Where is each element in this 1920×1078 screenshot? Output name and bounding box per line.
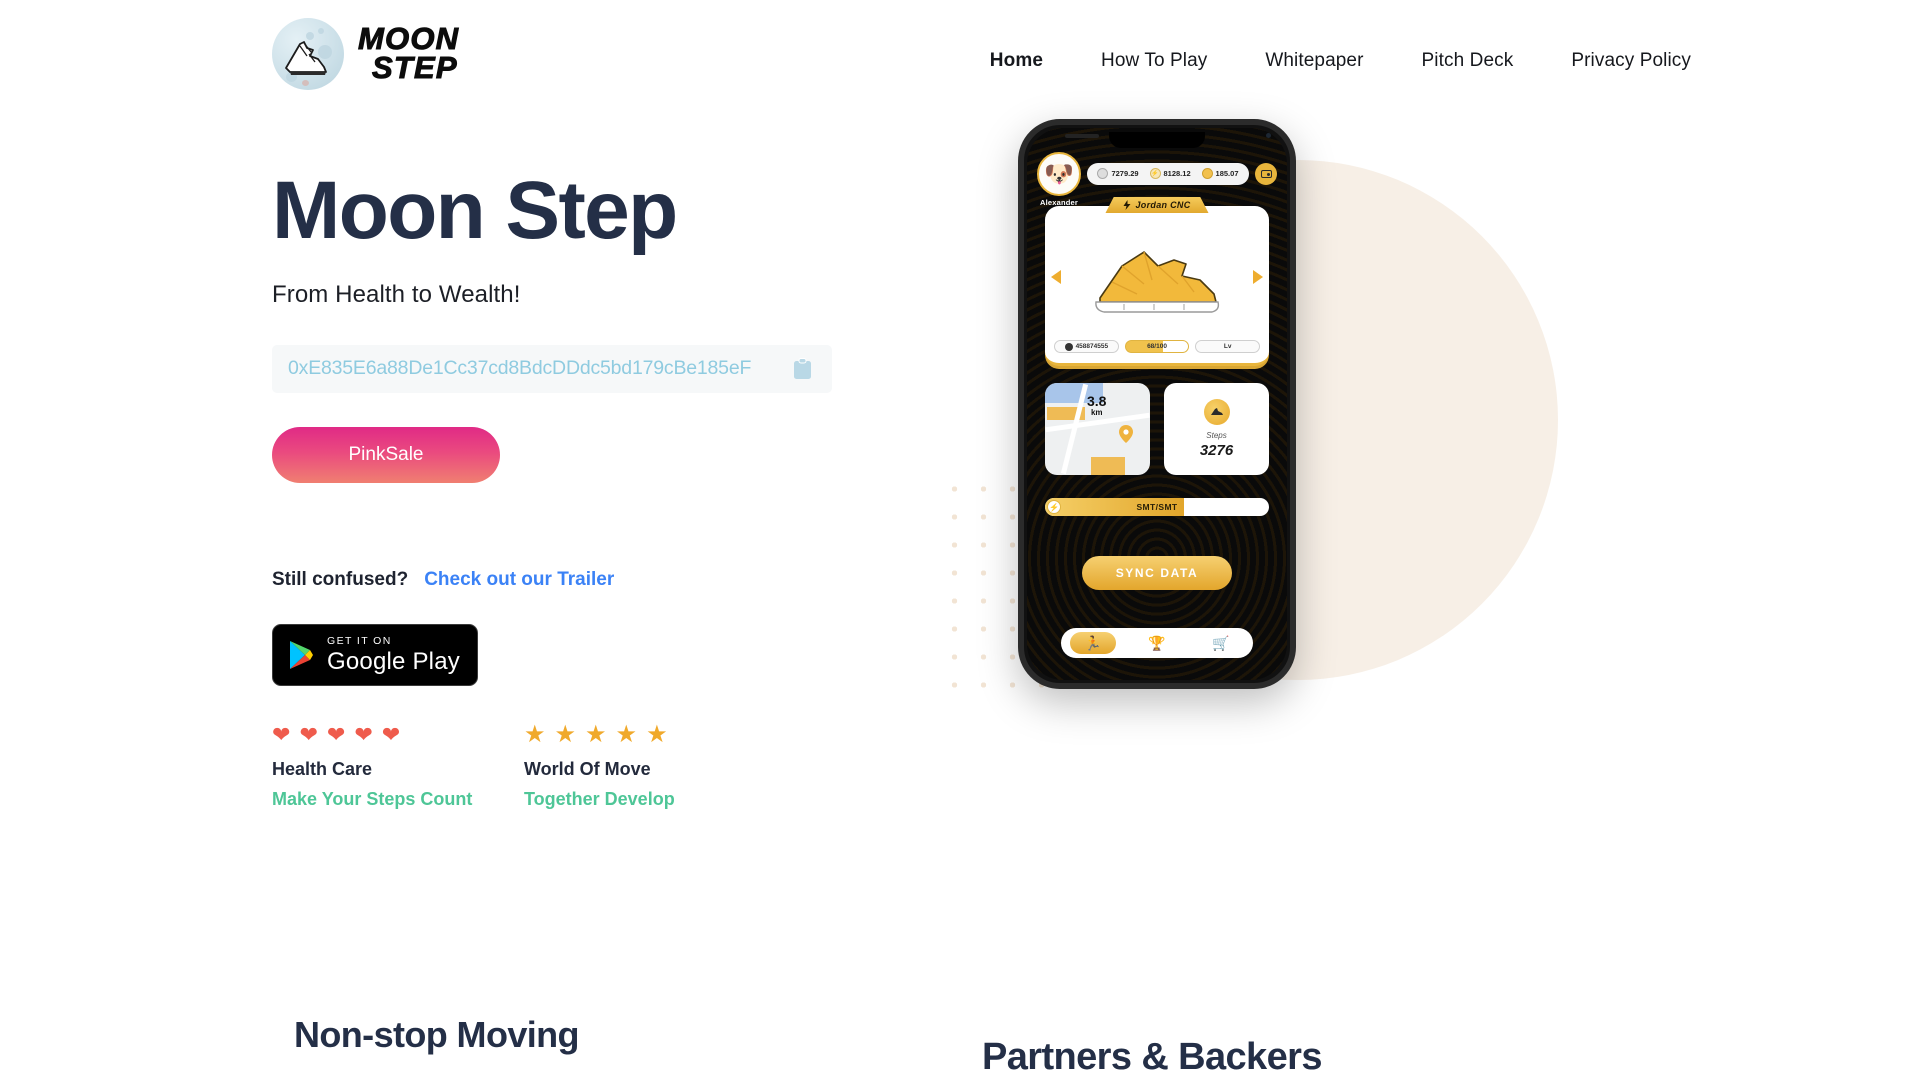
trailer-prompt: Still confused? Check out our Trailer [272, 569, 912, 591]
bolt-icon: ⚡ [1047, 500, 1061, 514]
landing-page: MOON STEP Home How To Play Whitepaper Pi… [0, 0, 1920, 1078]
nav-item-home[interactable]: Home [961, 50, 1072, 72]
stats-pill: 7279.29 ⚡ 8128.12 185.07 [1087, 162, 1249, 185]
phone-camera [1266, 133, 1271, 138]
phone-screen: 🐶 Alexander 7279.29 ⚡ 8128.12 185.07 Jor… [1027, 128, 1287, 680]
google-play-big-label: Google Play [327, 647, 460, 675]
nav-item-whitepaper[interactable]: Whitepaper [1236, 50, 1392, 72]
star-rating: ★ ★ ★ ★ ★ [524, 720, 776, 748]
steps-card[interactable]: Steps 3276 [1164, 383, 1269, 475]
stat-energy-token: ⚡ 8128.12 [1149, 168, 1191, 179]
distance-readout: 3.8 km [1087, 394, 1106, 417]
shoe-name: Jordan CNC [1135, 200, 1191, 210]
trailer-link[interactable]: Check out our Trailer [424, 569, 614, 591]
wallet-icon[interactable] [1255, 162, 1277, 185]
shoe-level-pill: Lv [1195, 340, 1261, 353]
shoe-level-value: Lv [1223, 343, 1232, 350]
heart-icon: ❤ [272, 721, 291, 747]
map-block [1091, 456, 1125, 475]
steps-value: 3276 [1199, 442, 1234, 459]
star-icon: ★ [585, 720, 607, 748]
phone-frame: 🐶 Alexander 7279.29 ⚡ 8128.12 185.07 Jor… [1018, 119, 1296, 689]
shoe-badge-icon [1203, 399, 1230, 425]
shoe-name-tab: Jordan CNC [1105, 197, 1209, 213]
tab-running-icon[interactable]: 🏃 [1070, 632, 1116, 654]
shoe-card[interactable]: Jordan CNC 458874555 68/100 Lv [1045, 197, 1269, 366]
tab-cart-icon[interactable]: 🛒 [1198, 632, 1244, 654]
app-mini-cards: 3.8 km Steps 3276 [1045, 383, 1269, 475]
contract-address-field[interactable]: 0xE835E6a88De1Cc37cd8BdcDDdc5bd179cBe185… [272, 344, 832, 393]
shoe-durability-pill: 68/100 [1124, 340, 1190, 353]
hero-subtitle: From Health to Wealth! [272, 280, 521, 308]
shoe-id-pill: 458874555 [1054, 340, 1119, 353]
star-icon: ★ [615, 720, 638, 748]
phone-speaker [1065, 134, 1099, 138]
map-pin-icon [1119, 425, 1134, 444]
section-heading-non-stop-moving: Non-stop Moving [294, 1014, 580, 1055]
feature-title: Health Care [272, 758, 373, 779]
heart-rating: ❤ ❤ ❤ ❤ ❤ [272, 721, 524, 747]
star-icon: ★ [554, 720, 577, 748]
star-icon: ★ [524, 720, 546, 748]
feature-title: World Of Move [524, 758, 651, 779]
google-play-small-label: GET IT ON [327, 635, 392, 648]
shoe-stat-pills: 458874555 68/100 Lv [1054, 340, 1261, 353]
phone-notch [1109, 132, 1205, 148]
stat-sneaker-token: 7279.29 [1097, 168, 1139, 179]
id-icon [1064, 342, 1073, 351]
distance-unit: km [1090, 408, 1103, 418]
stat-coin-token: 185.07 [1201, 168, 1239, 179]
tab-podium-icon[interactable]: 🏆 [1134, 632, 1180, 654]
feature-list: ❤ ❤ ❤ ❤ ❤ Health Care Make Your Steps Co… [272, 720, 912, 810]
steps-label: Steps [1206, 431, 1227, 440]
feature-subtitle: Make Your Steps Count [272, 788, 473, 809]
stat-value: 7279.29 [1111, 169, 1139, 178]
distance-value: 3.8 [1087, 393, 1107, 410]
heart-icon: ❤ [354, 721, 373, 747]
feature-health-care: ❤ ❤ ❤ ❤ ❤ Health Care Make Your Steps Co… [272, 721, 524, 810]
sneaker-art-icon [1045, 234, 1269, 324]
energy-token-icon: ⚡ [1149, 168, 1161, 179]
nav-item-how-to-play[interactable]: How To Play [1072, 50, 1236, 72]
nav-item-privacy-policy[interactable]: Privacy Policy [1542, 50, 1720, 72]
sneaker-icon [285, 41, 327, 75]
section-heading-partners-backers: Partners & Backers [982, 1036, 1322, 1078]
nav-item-pitch-deck[interactable]: Pitch Deck [1393, 50, 1543, 72]
brand-wordmark: MOON STEP [357, 23, 459, 85]
hero-content: Moon Step From Health to Wealth! 0xE835E… [272, 165, 912, 810]
page-title: Moon Step [272, 165, 678, 256]
heart-icon: ❤ [326, 721, 346, 747]
stat-value: 8128.12 [1163, 169, 1191, 178]
app-tab-bar: 🏃 🏆 🛒 [1061, 628, 1253, 658]
pinksale-button[interactable]: PinkSale [272, 426, 500, 483]
clipboard-icon[interactable] [793, 357, 812, 380]
lightning-icon [1123, 200, 1131, 210]
sync-data-button[interactable]: SYNC DATA [1082, 556, 1232, 590]
smt-progress-bar: ⚡ SMT/SMT [1045, 498, 1269, 516]
google-play-badge[interactable]: GET IT ON Google Play [272, 623, 478, 686]
shoe-id-value: 458874555 [1075, 343, 1109, 350]
brand-logo[interactable]: MOON STEP [272, 18, 459, 90]
contract-address-value: 0xE835E6a88De1Cc37cd8BdcDDdc5bd179cBe185… [288, 357, 752, 380]
heart-icon: ❤ [381, 721, 401, 747]
dog-avatar-icon[interactable]: 🐶 [1037, 152, 1081, 196]
feature-subtitle: Together Develop [524, 788, 675, 809]
heart-icon: ❤ [299, 721, 318, 747]
confused-label: Still confused? [272, 568, 409, 590]
shoe-durability-value: 68/100 [1147, 343, 1167, 350]
brand-line-2: STEP [371, 50, 458, 85]
smt-label: SMT/SMT [1136, 502, 1178, 512]
google-play-icon [290, 640, 313, 669]
hero-phone-mockup: 🐶 Alexander 7279.29 ⚡ 8128.12 185.07 Jor… [930, 100, 1590, 840]
distance-map-card[interactable]: 3.8 km [1045, 383, 1150, 475]
moon-shoe-logo-icon [272, 18, 344, 90]
coin-token-icon [1201, 168, 1213, 179]
star-icon: ★ [646, 720, 668, 748]
sneaker-token-icon [1097, 168, 1109, 179]
stat-value: 185.07 [1215, 169, 1239, 178]
feature-world-of-move: ★ ★ ★ ★ ★ World Of Move Together Develop [524, 720, 776, 810]
